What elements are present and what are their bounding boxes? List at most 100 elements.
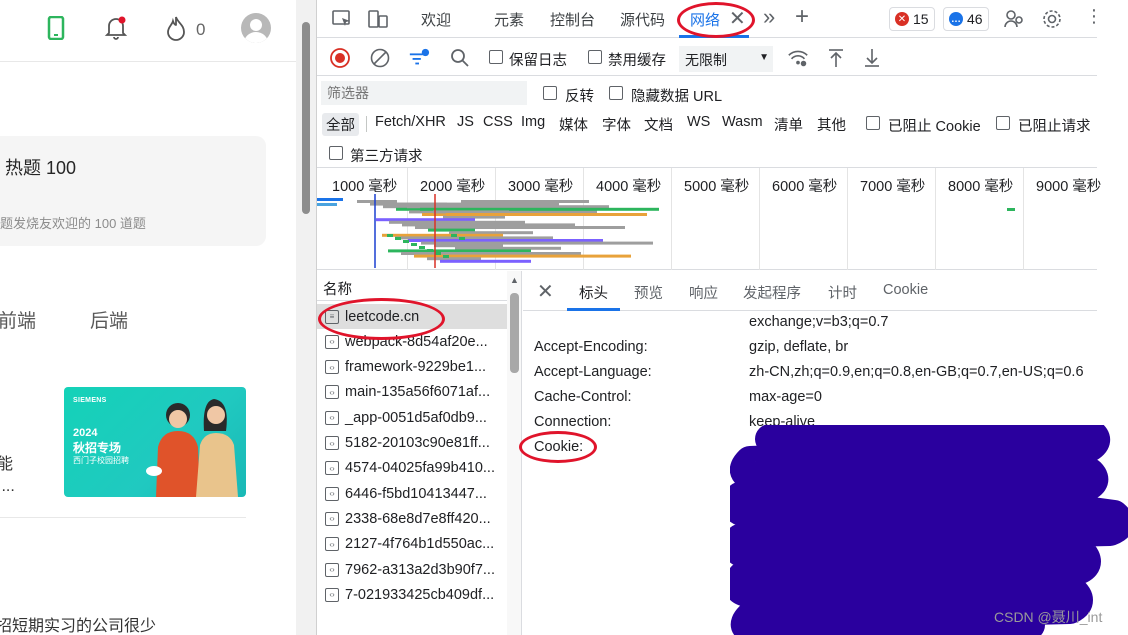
throttle-select[interactable]: 无限制 ▼ (679, 46, 773, 72)
customize-icon[interactable] (1003, 8, 1025, 30)
scroll-thumb[interactable] (510, 293, 519, 373)
type-css[interactable]: CSS (483, 114, 513, 130)
name-column-header[interactable]: 名称 (317, 271, 507, 301)
disable-cache-checkbox[interactable] (588, 50, 602, 64)
search-icon[interactable] (449, 47, 471, 69)
tab-timing[interactable]: 计时 (828, 282, 857, 303)
request-row[interactable]: ‹› 6446-f5bd10413447... (317, 481, 507, 506)
import-har-icon[interactable] (825, 47, 847, 69)
request-row[interactable]: ‹› 7962-a313a2d3b90f7... (317, 557, 507, 582)
clear-icon[interactable] (369, 47, 391, 69)
waterfall-bar (449, 231, 533, 235)
request-row-document[interactable]: ≡ leetcode.cn (317, 304, 507, 329)
tab-backend[interactable]: 后端 (90, 306, 128, 333)
siemens-banner[interactable]: SIEMENS 2024 秋招专场 西门子校园招聘 (64, 387, 246, 497)
waterfall-bar (387, 234, 393, 237)
tick-label: 2000 毫秒 (420, 179, 486, 195)
request-row[interactable]: ‹› 2127-4f764b1d550ac... (317, 532, 507, 557)
waterfall-bar (411, 243, 417, 246)
type-ws[interactable]: WS (687, 114, 710, 130)
device-toolbar-icon[interactable] (367, 8, 389, 30)
type-other[interactable]: 其他 (817, 114, 846, 135)
tab-network[interactable]: 网络 (690, 9, 720, 30)
export-har-icon[interactable] (861, 47, 883, 69)
request-row[interactable]: ‹› main-135a56f6071af... (317, 380, 507, 405)
script-icon: ‹› (325, 537, 339, 552)
type-js[interactable]: JS (457, 114, 474, 130)
type-fetch-xhr[interactable]: Fetch/XHR (375, 114, 446, 130)
hot-100-card[interactable]: 热题 100 题发烧友欢迎的 100 道题 (0, 136, 266, 246)
request-row[interactable]: ‹› 2338-68e8d7e8ff420... (317, 506, 507, 531)
close-icon[interactable]: ✕ (537, 279, 554, 304)
waterfall-bar (427, 249, 433, 252)
messages-badge[interactable]: … 46 (943, 7, 989, 31)
tab-sources[interactable]: 源代码 (620, 9, 665, 30)
request-row[interactable]: ‹› 5182-20103c90e81ff... (317, 431, 507, 456)
preserve-log-checkbox[interactable] (489, 50, 503, 64)
request-name: main-135a56f6071af... (345, 384, 491, 401)
error-icon: ✕ (895, 12, 909, 26)
tab-headers[interactable]: 标头 (579, 282, 608, 303)
type-wasm[interactable]: Wasm (722, 114, 763, 130)
tab-initiator[interactable]: 发起程序 (743, 282, 801, 303)
waterfall-bar (395, 237, 401, 240)
tab-cookie[interactable]: Cookie (883, 282, 928, 298)
waterfall-bar (408, 239, 603, 242)
fire-icon[interactable] (162, 14, 190, 42)
errors-badge[interactable]: ✕ 15 (889, 7, 935, 31)
tab-console[interactable]: 控制台 (550, 9, 595, 30)
more-tabs-icon[interactable]: » (763, 4, 775, 30)
request-row[interactable]: ‹› 4574-04025fa99b410... (317, 456, 507, 481)
network-overview[interactable]: 1000 毫秒 2000 毫秒 3000 毫秒 4000 毫秒 5000 毫秒 … (317, 168, 1101, 270)
devtools-panel: 欢迎 元素 控制台 源代码 网络 ✕ » + ✕ 15 … 46 ⋮ 保留日志 … (316, 0, 1103, 635)
site-header: 0 (0, 0, 296, 62)
header-value: gzip, deflate, br (749, 339, 849, 355)
avatar[interactable] (241, 13, 271, 43)
type-media[interactable]: 媒体 (559, 114, 588, 135)
gear-icon[interactable] (1041, 8, 1063, 30)
blocked-cookies-checkbox[interactable] (866, 116, 880, 130)
tick-label: 5000 毫秒 (684, 179, 750, 195)
hide-data-urls-checkbox[interactable] (609, 86, 623, 100)
request-row[interactable]: ‹› framework-9229be1... (317, 355, 507, 380)
tab-frontend[interactable]: 前端 (0, 306, 36, 333)
header-key: Accept-Language: (534, 364, 652, 380)
waterfall-bar (401, 252, 581, 255)
header-value: zh-CN,zh;q=0.9,en;q=0.8,en-GB;q=0.7,en-U… (749, 364, 1084, 380)
third-party-checkbox[interactable] (329, 146, 343, 160)
type-img[interactable]: Img (521, 114, 545, 130)
inspect-icon[interactable] (331, 8, 353, 30)
waterfall-bar (402, 223, 575, 227)
type-font[interactable]: 字体 (602, 114, 631, 135)
script-icon: ‹› (325, 410, 339, 425)
filter-input[interactable] (321, 81, 527, 105)
network-conditions-icon[interactable] (787, 47, 809, 69)
waterfall-bar (394, 202, 559, 206)
waterfall-bar (461, 200, 589, 203)
request-row[interactable]: ‹› _app-0051d5af0db9... (317, 405, 507, 430)
type-doc[interactable]: 文档 (644, 114, 673, 135)
request-row[interactable]: ‹› webpack-8d54af20e... (317, 329, 507, 354)
bell-icon[interactable] (102, 14, 130, 42)
tab-preview[interactable]: 预览 (634, 282, 663, 303)
blocked-requests-checkbox[interactable] (996, 116, 1010, 130)
devtools-tab-bar: 欢迎 元素 控制台 源代码 网络 ✕ » + ✕ 15 … 46 ⋮ (317, 0, 1103, 38)
close-tab-icon[interactable]: ✕ (729, 6, 746, 31)
filter-icon[interactable] (408, 47, 430, 69)
mobile-icon[interactable] (42, 14, 70, 42)
tab-response[interactable]: 响应 (689, 282, 718, 303)
add-tab-icon[interactable]: + (795, 3, 809, 31)
request-row[interactable]: ‹› 7-021933425cb409df... (317, 582, 507, 607)
site-scroll-thumb[interactable] (302, 22, 310, 214)
tick-label: 3000 毫秒 (508, 179, 574, 195)
tab-welcome[interactable]: 欢迎 (421, 9, 451, 30)
site-scrollbar[interactable] (296, 0, 316, 635)
more-menu-icon[interactable]: ⋮ (1085, 6, 1103, 27)
request-list-scrollbar[interactable]: ▲ (507, 271, 521, 635)
type-all[interactable]: 全部 (322, 113, 359, 136)
record-icon[interactable] (329, 47, 351, 69)
type-manifest[interactable]: 清单 (774, 114, 803, 135)
tab-elements[interactable]: 元素 (494, 9, 524, 30)
invert-checkbox[interactable] (543, 86, 557, 100)
scroll-up-icon[interactable]: ▲ (510, 275, 519, 285)
